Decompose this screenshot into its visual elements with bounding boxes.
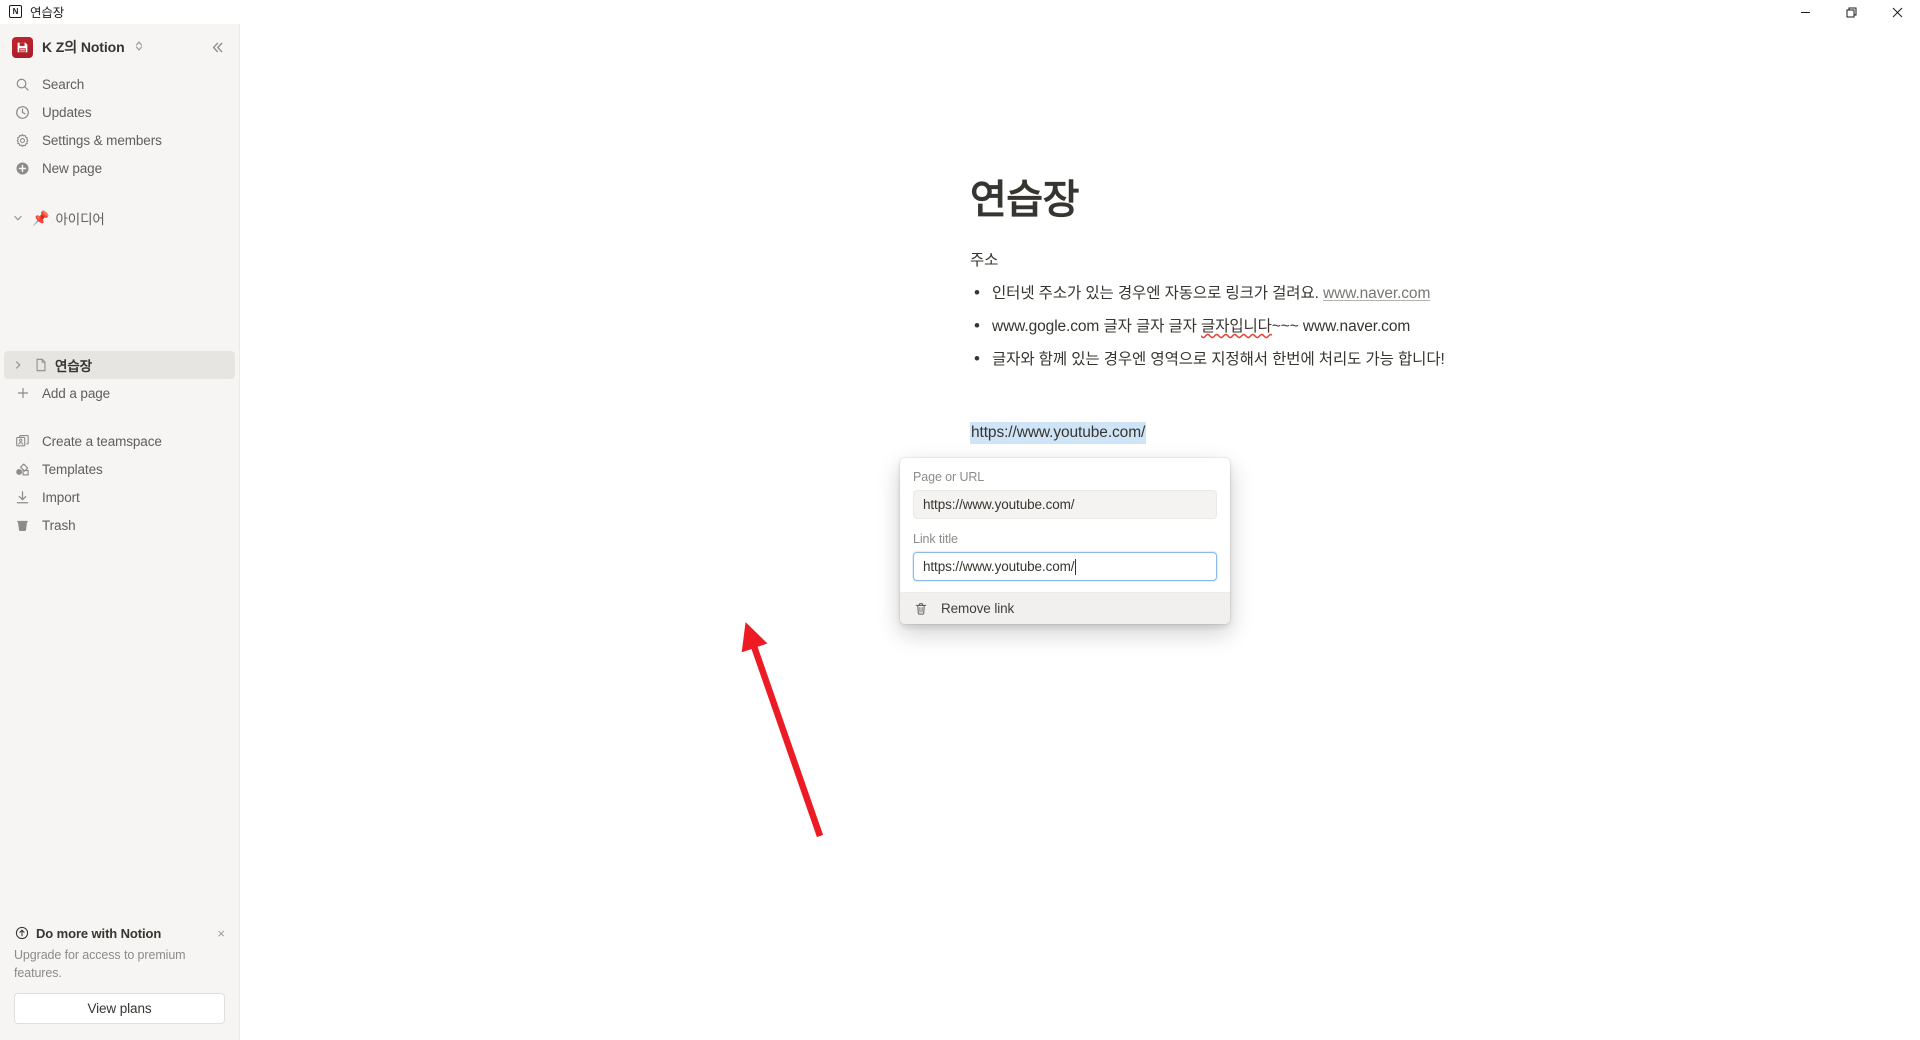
upgrade-title: Do more with Notion [36,925,162,941]
sidebar-section-gap [0,182,239,204]
workspace-name: K Z의 Notion [42,39,125,55]
list-item-text: www.gogle.com 글자 글자 글자 글자입니다~~~ www.nave… [992,315,1410,339]
link-title-label: Link title [913,532,958,546]
chevron-down-icon[interactable] [10,210,26,226]
sidebar-add-page[interactable]: Add a page [0,379,239,407]
chevron-updown-icon [135,40,143,54]
sidebar-item-label: Updates [42,104,92,120]
sidebar: K Z의 Notion Search Updates Settings & me… [0,24,240,1040]
upgrade-description: Upgrade for access to premium features. [14,947,186,980]
window-controls [1782,0,1920,24]
titlebar-left-group: N 연습장 [0,2,64,21]
sidebar-item-label: Create a teamspace [42,433,162,449]
sidebar-item-label: New page [42,160,102,176]
clock-icon [14,104,31,121]
list-item-body: 인터넷 주소가 있는 경우엔 자동으로 링크가 걸려요. [992,285,1319,302]
sidebar-page-item[interactable]: 연습장 [4,351,235,379]
sidebar-add-page-label: Add a page [42,385,111,401]
sidebar-item-label: Trash [42,517,76,533]
sidebar-page-label: 연습장 [55,359,92,374]
page-title[interactable]: 연습장 [970,176,1680,224]
sidebar-item-templates[interactable]: Templates [0,455,239,483]
sidebar-item-import[interactable]: Import [0,483,239,511]
link-edit-popup: Page or URL https://www.youtube.com/ Lin… [900,458,1230,624]
pushpin-icon: 📌 [32,209,50,226]
document-icon [32,357,49,374]
list-item[interactable]: • 인터넷 주소가 있는 경우엔 자동으로 링크가 걸려요. www.naver… [970,282,1680,306]
collapse-sidebar-icon[interactable] [205,35,229,59]
sidebar-bottom-nav: Create a teamspace Templates Import Tras… [0,427,239,539]
list-item-text: 인터넷 주소가 있는 경우엔 자동으로 링크가 걸려요. www.naver.c… [992,282,1430,306]
sidebar-nav-list: Search Updates Settings & members New pa… [0,70,239,182]
sidebar-item-label: Templates [42,461,103,477]
upgrade-arrow-icon [14,926,29,941]
document-subtitle[interactable]: 주소 [970,248,1680,270]
misspelled-word: 글자입니다 [1201,318,1272,336]
list-item[interactable]: • 글자와 함께 있는 경우엔 영역으로 지정해서 한번에 처리도 가능 합니다… [970,348,1680,372]
field-spacer [913,519,1217,532]
trash-icon [14,517,31,534]
plus-circle-icon [14,160,31,177]
teamspace-icon [14,433,31,450]
trash-icon [913,601,929,617]
sidebar-item-create-teamspace[interactable]: Create a teamspace [0,427,239,455]
sidebar-item-trash[interactable]: Trash [0,511,239,539]
notion-logo-icon: N [9,5,22,18]
window-titlebar: N 연습장 [0,0,1920,24]
workspace-switcher[interactable]: K Z의 Notion [0,26,239,68]
sidebar-item-label: Import [42,489,80,505]
restore-icon[interactable] [1828,0,1874,24]
templates-icon [14,461,31,478]
sidebar-pinned-label: 아이디어 [55,211,105,227]
close-icon[interactable] [1874,0,1920,24]
gear-icon [14,132,31,149]
bullet-marker-icon: • [974,316,980,336]
workspace-save-icon [12,36,33,58]
bullet-marker-icon: • [974,349,980,369]
upgrade-card-header: Do more with Notion × [14,926,225,941]
import-icon [14,489,31,506]
page-or-url-input[interactable]: https://www.youtube.com/ [913,490,1217,519]
sidebar-item-label: Search [42,76,85,92]
plus-icon [14,385,31,402]
sidebar-item-updates[interactable]: Updates [0,98,239,126]
link-popup-body: Page or URL https://www.youtube.com/ Lin… [900,458,1230,592]
chevron-right-icon[interactable] [10,357,26,373]
remove-link-label: Remove link [941,601,1015,616]
minimize-icon[interactable] [1782,0,1828,24]
window-title: 연습장 [30,6,65,20]
text-caret [1075,558,1077,575]
sidebar-item-label: Settings & members [42,132,162,148]
document-inner: 연습장 주소 • 인터넷 주소가 있는 경우엔 자동으로 링크가 걸려요. ww… [970,176,1680,445]
main-content: 연습장 주소 • 인터넷 주소가 있는 경우엔 자동으로 링크가 걸려요. ww… [240,24,1920,1040]
search-icon [14,76,31,93]
list-item-suffix: ~~~ www.naver.com [1271,318,1411,336]
bullet-marker-icon: • [974,283,980,302]
upgrade-card: Do more with Notion × Upgrade for access… [0,926,239,1024]
sidebar-pinned-section[interactable]: 📌 아이디어 [0,204,239,231]
close-icon[interactable]: × [217,927,225,940]
list-item-text: 글자와 함께 있는 경우엔 영역으로 지정해서 한번에 처리도 가능 합니다! [992,351,1445,369]
list-item[interactable]: • www.gogle.com 글자 글자 글자 글자입니다~~~ www.na… [970,315,1680,339]
document-area: 연습장 주소 • 인터넷 주소가 있는 경우엔 자동으로 링크가 걸려요. ww… [240,24,1920,445]
sidebar-pages-spacer [0,231,239,351]
link-title-value: https://www.youtube.com/ [923,559,1075,574]
app-body: K Z의 Notion Search Updates Settings & me… [0,24,1920,1040]
remove-link-button[interactable]: Remove link [900,593,1230,624]
view-plans-button[interactable]: View plans [14,993,225,1024]
link-title-input[interactable]: https://www.youtube.com/ [913,552,1217,581]
selected-link-text[interactable]: https://www.youtube.com/ [970,422,1147,445]
sidebar-item-new-page[interactable]: New page [0,154,239,182]
page-or-url-label: Page or URL [913,470,985,484]
sidebar-item-settings[interactable]: Settings & members [0,126,239,154]
list-item-prefix: www.gogle.com 글자 글자 글자 [992,318,1202,336]
selected-link-paragraph[interactable]: https://www.youtube.com/ [970,422,1680,445]
naver-link[interactable]: www.naver.com [1323,285,1430,302]
sidebar-item-search[interactable]: Search [0,70,239,98]
